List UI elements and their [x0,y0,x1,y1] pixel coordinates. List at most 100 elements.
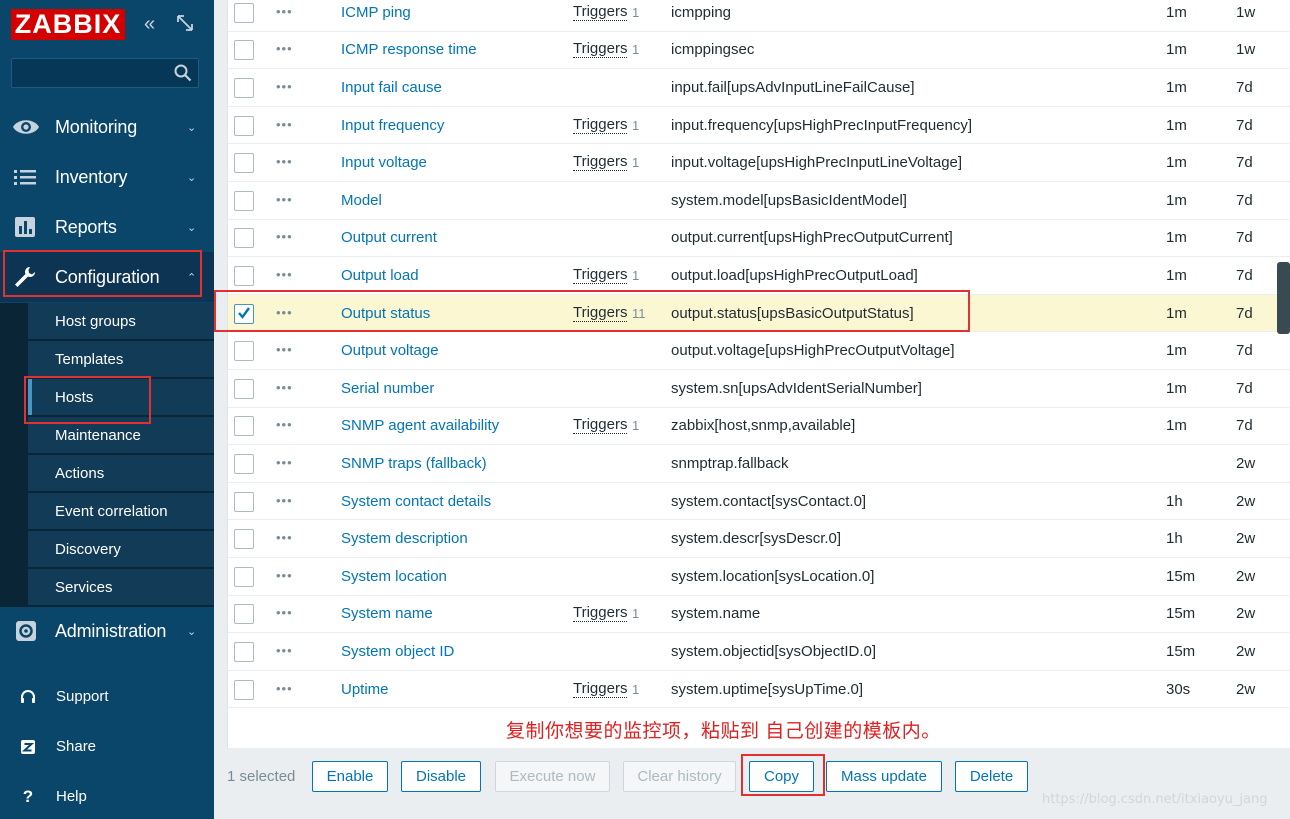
more-actions-icon[interactable]: ••• [276,267,293,282]
share-link[interactable]: Share [0,727,214,767]
row-checkbox[interactable] [234,2,254,23]
item-history: 2w [1236,530,1256,548]
triggers-link[interactable]: Triggers [573,3,628,21]
submenu-event-correlation[interactable]: Event correlation [28,493,214,530]
row-checkbox[interactable] [234,40,254,61]
more-actions-icon[interactable]: ••• [276,417,293,432]
disable-button[interactable]: Disable [401,761,481,792]
row-checkbox[interactable] [234,491,254,512]
item-name-link[interactable]: System object ID [341,643,454,660]
submenu-discovery[interactable]: Discovery [28,531,214,568]
row-checkbox[interactable] [234,453,254,474]
search-input[interactable] [12,59,172,87]
table-row: ••• SNMP traps (fallback) snmptrap.fallbac… [228,445,1290,483]
item-name-link[interactable]: System name [341,605,433,622]
kiosk-mode-icon[interactable] [176,14,194,32]
row-checkbox[interactable] [234,77,254,98]
triggers-link[interactable]: Triggers [573,41,628,59]
triggers-link[interactable]: Triggers [573,417,628,435]
more-actions-icon[interactable]: ••• [276,643,293,658]
row-checkbox[interactable] [234,265,254,286]
item-name-link[interactable]: SNMP traps (fallback) [341,455,487,472]
more-actions-icon[interactable]: ••• [276,380,293,395]
more-actions-icon[interactable]: ••• [276,154,293,169]
submenu-services[interactable]: Services [28,569,214,606]
row-checkbox[interactable] [234,190,254,211]
triggers-link[interactable]: Triggers [573,680,628,698]
clear-history-button[interactable]: Clear history [623,761,736,792]
zabbix-logo[interactable]: ZABBIX [11,9,125,40]
row-checkbox[interactable] [234,416,254,437]
submenu-host-groups[interactable]: Host groups [28,303,214,340]
more-actions-icon[interactable]: ••• [276,493,293,508]
scrollbar-thumb[interactable] [1277,262,1290,334]
delete-button[interactable]: Delete [955,761,1028,792]
more-actions-icon[interactable]: ••• [276,568,293,583]
item-name-link[interactable]: Output current [341,229,437,246]
submenu-actions[interactable]: Actions [28,455,214,492]
item-name-link[interactable]: System contact details [341,493,491,510]
item-name-link[interactable]: ICMP ping [341,4,411,21]
row-checkbox[interactable] [234,529,254,550]
item-name-link[interactable]: Uptime [341,681,389,698]
row-checkbox[interactable] [234,153,254,174]
more-actions-icon[interactable]: ••• [276,342,293,357]
row-checkbox[interactable] [234,378,254,399]
item-name-link[interactable]: Output voltage [341,342,439,359]
more-actions-icon[interactable]: ••• [276,530,293,545]
item-name-link[interactable]: Input voltage [341,154,427,171]
item-name-link[interactable]: System location [341,568,447,585]
item-name-link[interactable]: Model [341,192,382,209]
more-actions-icon[interactable]: ••• [276,4,293,19]
share-icon [18,737,38,757]
triggers-link[interactable]: Triggers [573,116,628,134]
row-checkbox[interactable] [234,228,254,249]
item-key: system.objectid[sysObjectID.0] [671,642,877,660]
item-name-link[interactable]: Output load [341,267,419,284]
annotation-highlight-copy [741,754,825,796]
item-name-link[interactable]: Input fail cause [341,79,442,96]
more-actions-icon[interactable]: ••• [276,117,293,132]
item-interval: 1m [1166,116,1187,134]
item-interval: 1m [1166,78,1187,96]
execute-now-button[interactable]: Execute now [495,761,610,792]
more-actions-icon[interactable]: ••• [276,41,293,56]
row-checkbox[interactable] [234,341,254,362]
more-actions-icon[interactable]: ••• [276,229,293,244]
triggers-link[interactable]: Triggers [573,605,628,623]
row-checkbox[interactable] [234,679,254,700]
support-link[interactable]: Support [0,677,214,717]
more-actions-icon[interactable]: ••• [276,681,293,696]
menu-label: Reports [55,216,117,237]
table-row: ••• ICMP response time Triggers 1 icmppingse… [228,32,1290,70]
more-actions-icon[interactable]: ••• [276,455,293,470]
mass-update-button[interactable]: Mass update [826,761,942,792]
item-name-link[interactable]: ICMP response time [341,41,477,58]
items-table: ••• ICMP ping Triggers 1 icmpping 1m 1w ••• ICMP… [227,0,1290,748]
row-checkbox[interactable] [234,604,254,625]
menu-administration[interactable]: Administration ⌄ [0,606,214,656]
trigger-count: 1 [632,42,640,58]
more-actions-icon[interactable]: ••• [276,79,293,94]
submenu-templates[interactable]: Templates [28,341,214,378]
collapse-sidebar-icon[interactable]: « [144,14,155,34]
item-interval: 1m [1166,379,1187,397]
item-name-link[interactable]: SNMP agent availability [341,417,499,434]
more-actions-icon[interactable]: ••• [276,192,293,207]
row-checkbox[interactable] [234,566,254,587]
menu-monitoring[interactable]: Monitoring ⌄ [0,102,214,152]
item-name-link[interactable]: Serial number [341,380,434,397]
help-link[interactable]: ? Help [0,777,214,817]
chevron-down-icon: ⌄ [187,625,197,638]
item-name-link[interactable]: System description [341,530,468,547]
triggers-link[interactable]: Triggers [573,266,628,284]
row-checkbox[interactable] [234,115,254,136]
more-actions-icon[interactable]: ••• [276,605,293,620]
row-checkbox[interactable] [234,641,254,662]
item-name-link[interactable]: Input frequency [341,117,444,134]
search-icon[interactable] [174,64,192,82]
menu-inventory[interactable]: Inventory ⌄ [0,152,214,202]
enable-button[interactable]: Enable [312,761,388,792]
menu-reports[interactable]: Reports ⌄ [0,202,214,252]
triggers-link[interactable]: Triggers [573,154,628,172]
